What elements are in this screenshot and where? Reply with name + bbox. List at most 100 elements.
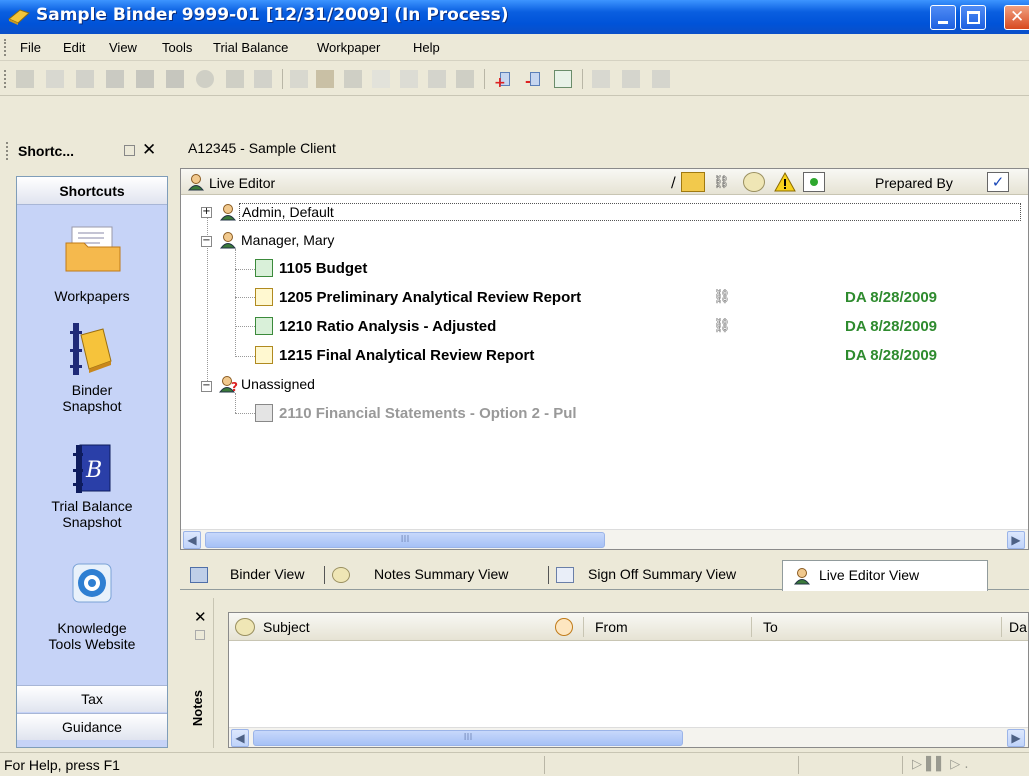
open-document-icon[interactable] xyxy=(76,70,94,88)
workpaper-2110[interactable]: 2110 Financial Statements - Option 2 - P… xyxy=(279,405,577,422)
new-binder-icon[interactable] xyxy=(16,70,34,88)
column-separator[interactable] xyxy=(751,617,752,637)
add-signoff-icon[interactable]: + xyxy=(494,70,512,91)
horizontal-scrollbar[interactable]: ◀ III ▶ xyxy=(181,529,1028,549)
view-icon[interactable] xyxy=(106,70,124,88)
scroll-right-icon[interactable]: ▶ xyxy=(1007,531,1025,549)
review-icon[interactable] xyxy=(554,70,572,88)
menu-edit[interactable]: Edit xyxy=(63,40,85,55)
menu-trial-balance[interactable]: Trial Balance xyxy=(213,40,288,55)
properties-icon[interactable] xyxy=(456,70,474,88)
notes-horizontal-scrollbar[interactable]: ◀ III ▶ xyxy=(229,727,1028,747)
binder-icon[interactable] xyxy=(136,70,154,88)
workpaper-1215[interactable]: 1215 Final Analytical Review Report xyxy=(279,347,534,364)
document-copy-icon[interactable] xyxy=(592,70,610,88)
shortcut-knowledge-tools-website[interactable]: Knowledge Tools Website xyxy=(17,563,167,667)
status-separator xyxy=(544,756,545,774)
tab-notes-summary-view[interactable]: Notes Summary View xyxy=(374,566,508,582)
binder-alt-icon[interactable] xyxy=(166,70,184,88)
user-icon xyxy=(219,204,237,221)
warning-column-icon[interactable] xyxy=(773,171,797,193)
binder-icon xyxy=(70,323,112,375)
link-column-icon[interactable]: ⛓ xyxy=(713,175,730,190)
cut-icon[interactable] xyxy=(372,70,390,88)
maximize-button[interactable] xyxy=(960,5,986,30)
scroll-left-icon[interactable]: ◀ xyxy=(231,729,249,747)
shortcut-trial-balance-snapshot[interactable]: B Trial Balance Snapshot xyxy=(17,443,167,555)
status-column-icon[interactable] xyxy=(803,172,825,192)
gear-icon[interactable] xyxy=(196,70,214,88)
menu-file[interactable]: File xyxy=(20,40,41,55)
minimize-button[interactable] xyxy=(930,5,956,30)
panel-grip[interactable] xyxy=(6,142,9,160)
checkbox-column-icon[interactable]: ✓ xyxy=(987,172,1009,192)
new-document-icon[interactable] xyxy=(46,70,64,88)
window-title: Sample Binder 9999-01 [12/31/2009] (In P… xyxy=(36,5,509,25)
collapse-icon[interactable]: − xyxy=(201,381,212,392)
expand-icon[interactable]: + xyxy=(201,207,212,218)
column-to[interactable]: To xyxy=(763,619,778,635)
column-subject[interactable]: Subject xyxy=(263,619,310,635)
collapse-icon[interactable]: − xyxy=(201,236,212,247)
pin-icon[interactable] xyxy=(124,145,135,156)
tab-sign-off-summary-view[interactable]: Sign Off Summary View xyxy=(588,566,736,582)
close-window-button[interactable]: ✕ xyxy=(1004,5,1029,30)
menu-help[interactable]: Help xyxy=(413,40,440,55)
close-icon[interactable]: ✕ xyxy=(194,608,207,626)
unlock-icon[interactable] xyxy=(652,70,670,88)
scroll-left-icon[interactable]: ◀ xyxy=(183,531,201,549)
paste-icon[interactable] xyxy=(428,70,446,88)
title-bar[interactable]: Sample Binder 9999-01 [12/31/2009] (In P… xyxy=(0,0,1029,34)
lock-icon[interactable] xyxy=(622,70,640,88)
tree-group-unassigned[interactable]: Unassigned xyxy=(241,376,315,392)
binder-view-icon xyxy=(190,567,208,583)
shortcut-group-tax[interactable]: Tax xyxy=(17,685,167,712)
tab-live-editor-view[interactable]: Live Editor View xyxy=(782,560,988,591)
edit-note-icon[interactable] xyxy=(290,70,308,88)
copy-icon[interactable] xyxy=(400,70,418,88)
column-separator[interactable] xyxy=(1001,617,1002,637)
tab-binder-view[interactable]: Binder View xyxy=(230,566,304,582)
tree-line xyxy=(235,356,255,357)
live-editor-title[interactable]: Live Editor xyxy=(209,175,275,191)
shortcuts-header[interactable]: Shortcuts xyxy=(17,177,167,205)
workpaper-1205[interactable]: 1205 Preliminary Analytical Review Repor… xyxy=(279,289,581,306)
settings-icon[interactable] xyxy=(226,70,244,88)
scroll-right-icon[interactable]: ▶ xyxy=(1007,729,1025,747)
menu-grip[interactable] xyxy=(4,39,7,56)
live-editor-header: Live Editor / ⛓ Prepared By ✓ xyxy=(181,169,1028,195)
print-icon[interactable] xyxy=(344,70,362,88)
tree-group-admin[interactable]: Admin, Default xyxy=(239,203,1021,221)
notes-column-icon[interactable] xyxy=(743,172,765,192)
menu-workpaper[interactable]: Workpaper xyxy=(317,40,380,55)
workpaper-1210[interactable]: 1210 Ratio Analysis - Adjusted xyxy=(279,318,496,335)
scroll-thumb[interactable]: III xyxy=(205,532,605,548)
tree-line xyxy=(235,269,255,270)
menu-view[interactable]: View xyxy=(109,40,137,55)
view-tabs: Binder View Notes Summary View Sign Off … xyxy=(180,560,1029,591)
shortcut-group-guidance[interactable]: Guidance xyxy=(17,713,167,740)
maximize-icon xyxy=(967,11,980,24)
reply-icon[interactable] xyxy=(555,618,573,636)
shortcut-binder-snapshot[interactable]: Binder Snapshot xyxy=(17,321,167,431)
menu-tools[interactable]: Tools xyxy=(162,40,192,55)
toolbar-grip[interactable] xyxy=(4,70,7,88)
close-icon[interactable]: ✕ xyxy=(142,140,156,160)
tree-group-manager[interactable]: Manager, Mary xyxy=(241,232,334,248)
lock-column-icon[interactable] xyxy=(681,172,705,192)
column-separator[interactable] xyxy=(583,617,584,637)
notes-side-bar: ✕ Notes xyxy=(186,598,214,748)
column-from[interactable]: From xyxy=(595,619,628,635)
folder-open-icon[interactable] xyxy=(316,70,334,88)
workpaper-1105[interactable]: 1105 Budget xyxy=(279,260,367,277)
shortcut-label: Knowledge xyxy=(57,620,127,636)
export-icon[interactable] xyxy=(254,70,272,88)
scroll-thumb[interactable]: III xyxy=(253,730,683,746)
shortcut-workpapers[interactable]: Workpapers xyxy=(17,223,167,313)
remove-signoff-icon[interactable]: - xyxy=(524,70,542,90)
pin-icon[interactable] xyxy=(195,630,205,640)
status-indicators-icon: ▷ ▌▌ ▷ . xyxy=(912,757,969,772)
notes-side-label[interactable]: Notes xyxy=(190,690,205,726)
prepared-by-column-header[interactable]: Prepared By xyxy=(875,175,953,191)
column-date[interactable]: Da xyxy=(1009,619,1027,635)
